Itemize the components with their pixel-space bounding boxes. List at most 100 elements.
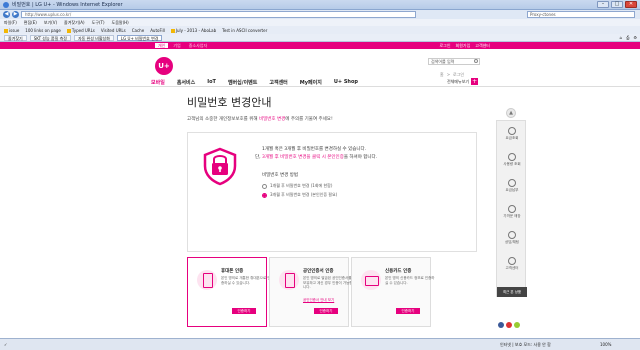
link-item[interactable]: Typed URLs (66, 28, 95, 33)
quick-menu: 요금조회 사용량 조회 요금납부 가까운 매장 상담/채팅 고객센터 최근 본 … (496, 120, 527, 297)
auth-card-phone[interactable]: 휴대폰 인증 본인 명의로 개통한 휴대폰으로 인증하실 수 있습니다. 인증하… (187, 257, 271, 327)
main-nav: 모바일 홈서비스 IoT 멤버십/이벤트 고객센터 My페이지 U+ Shop (151, 79, 358, 86)
menu-edit[interactable]: 편집(E) (24, 20, 37, 26)
utility-strip: 개인 기업 중소사업자 로그인 회원가입 고객센터 (0, 42, 640, 49)
forward-button[interactable]: ▶ (12, 11, 19, 18)
menu-tools[interactable]: 도구(T) (92, 20, 105, 26)
menu-help[interactable]: 도움말(H) (112, 20, 129, 26)
search-icon[interactable] (474, 59, 478, 63)
quick-item-usage[interactable]: 사용량 조회 (497, 153, 527, 167)
link-item[interactable]: issue (4, 28, 19, 33)
back-button[interactable]: ◀ (3, 11, 10, 18)
link-item[interactable]: AutoFill (150, 28, 165, 33)
auth-credit-button[interactable]: 인증하기 (396, 308, 420, 314)
menu-file[interactable]: 파일(F) (4, 20, 17, 26)
auth-card-certificate[interactable]: 공인인증서 인증 본인 명의로 발급된 공인인증서를 보유하고 계신 경우 인증… (269, 257, 353, 327)
option-label: 1개월 후 비밀번호 변경 (1회에 한함) (270, 183, 333, 188)
segment-small-business[interactable]: 중소사업자 (186, 43, 210, 48)
radio-button-selected[interactable] (262, 192, 267, 198)
nav-mypage[interactable]: My페이지 (300, 79, 322, 86)
certificate-guide-link[interactable]: 공인인증서 안내 보기 (303, 298, 334, 303)
headset-icon (508, 257, 516, 265)
site-search-input[interactable]: 검색어를 입력 (428, 58, 480, 65)
scroll-top-button[interactable]: ▲ (506, 108, 516, 118)
share-icon[interactable] (514, 322, 520, 328)
nav-customer-center[interactable]: 고객센터 (269, 79, 287, 86)
segment-tabs: 개인 기업 중소사업자 (155, 43, 210, 48)
nav-membership[interactable]: 멤버십/이벤트 (228, 79, 257, 86)
quick-item-store[interactable]: 가까운 매장 (497, 205, 527, 219)
nav-mobile[interactable]: 모바일 (151, 79, 165, 86)
segment-business[interactable]: 기업 (170, 43, 183, 48)
quick-item-payment[interactable]: 요금납부 (497, 179, 527, 193)
segment-personal[interactable]: 개인 (155, 43, 169, 48)
auth-card-title: 신용카드 인증 (385, 269, 412, 274)
auth-card-credit[interactable]: 신용카드 인증 본인 명의 신용카드 정보로 인증하실 수 있습니다. 인증하기 (351, 257, 435, 327)
home-icon[interactable]: ⌂ (620, 35, 623, 40)
close-button[interactable]: ✕ (625, 1, 637, 8)
ie-icon (3, 1, 9, 8)
quick-item-support[interactable]: 고객센터 (497, 257, 527, 271)
menu-view[interactable]: 보기(V) (44, 20, 57, 26)
info-line-1: 1개월 혹은 3개월 후 비밀번호를 변경하실 수 있습니다. (262, 147, 367, 152)
address-bar: ◀ ▶ http://www.uplus.co.kr/ Proxy-ctones (0, 10, 640, 19)
facebook-icon[interactable] (498, 322, 504, 328)
command-bar: ⌂ ⎙ ⚙ (620, 35, 637, 40)
link-item[interactable]: Cache (132, 28, 144, 33)
nav-ushop[interactable]: U+ Shop (334, 79, 358, 86)
auth-card-title: 공인인증서 인증 (303, 269, 334, 274)
print-icon[interactable]: ⎙ (626, 35, 629, 40)
zoom-level[interactable]: 100% (600, 342, 611, 347)
bookmark-icon (66, 28, 71, 33)
auth-card-desc: 본인 명의로 개통한 휴대폰으로 인증하실 수 있습니다. (221, 276, 271, 285)
usage-icon (508, 153, 516, 161)
breadcrumb-home[interactable]: 홈 (440, 72, 444, 78)
browser-tab[interactable]: 자동 완성 비활성화 (73, 34, 114, 41)
option-3month[interactable]: 3개월 후 비밀번호 변경 (본인인증 필요) (262, 192, 337, 198)
window-controls: – □ ✕ (597, 1, 637, 8)
quick-item-bill[interactable]: 요금조회 (497, 127, 527, 141)
breadcrumb-current: 로그인 (453, 72, 465, 77)
browser-tab-active[interactable]: LG U+ 비밀번호 변경 (116, 34, 163, 41)
youtube-icon[interactable] (506, 322, 512, 328)
recent-products-button[interactable]: 최근 본 상품 (497, 287, 527, 297)
browser-search-input[interactable]: Proxy-ctones (527, 11, 635, 18)
browser-tab[interactable]: SKT 성능 품질 측정 (29, 34, 71, 41)
nav-iot[interactable]: IoT (207, 79, 216, 86)
minimize-button[interactable]: – (597, 1, 609, 8)
security-zone: 인터넷 | 보호 모드: 사용 안 함 (500, 342, 551, 347)
full-menu-label: 전체메뉴보기 (447, 78, 470, 84)
menu-bar: 파일(F) 편집(E) 보기(V) 즐겨찾기(A) 도구(T) 도움말(H) (0, 19, 640, 26)
link-item[interactable]: 100 links on page (25, 28, 61, 33)
maximize-button[interactable]: □ (611, 1, 623, 8)
favorites-button[interactable]: 즐겨찾기 (4, 34, 27, 41)
url-input[interactable]: http://www.uplus.co.kr/ (21, 11, 416, 18)
auth-phone-button[interactable]: 인증하기 (232, 308, 256, 314)
auth-card-desc: 본인 명의로 발급된 공인인증서를 보유하고 계신 경우 인증이 가능합니다. (303, 276, 353, 289)
option-title: 비밀번호 변경 방법 (262, 173, 298, 178)
uplus-logo[interactable]: U+ (155, 57, 173, 75)
auth-card-desc: 본인 명의 신용카드 정보로 인증하실 수 있습니다. (385, 276, 435, 285)
global-nav: U+ 검색어를 입력 모바일 홈서비스 IoT 멤버십/이벤트 고객센터 My페… (0, 49, 640, 87)
link-item[interactable]: July - 2013 - AboLab (170, 28, 216, 33)
auth-certificate-button[interactable]: 인증하기 (314, 308, 338, 314)
page-title: 비밀번호 변경안내 (187, 96, 272, 109)
link-item[interactable]: Visited URLs (101, 28, 126, 33)
full-menu-button[interactable]: 전체메뉴보기 + (447, 78, 479, 85)
tools-icon[interactable]: ⚙ (633, 35, 637, 40)
link-item[interactable]: Test in ASCII converter (222, 28, 267, 33)
option-label: 3개월 후 비밀번호 변경 (본인인증 필요) (270, 192, 338, 197)
info-line-2: 단, 3개월 후 비밀번호 변경을 클릭 시 본인인증을 하셔야 합니다. (255, 155, 378, 160)
radio-button[interactable] (262, 183, 267, 189)
menu-favorites[interactable]: 즐겨찾기(A) (64, 20, 85, 26)
certificate-icon (279, 270, 299, 290)
option-1month[interactable]: 1개월 후 비밀번호 변경 (1회에 한함) (262, 183, 332, 189)
nav-home-service[interactable]: 홈서비스 (177, 79, 195, 86)
payment-icon (508, 179, 516, 187)
store-location-icon (508, 205, 516, 213)
auth-card-title: 휴대폰 인증 (221, 269, 244, 274)
bookmark-icon (4, 28, 8, 33)
breadcrumb: 홈 > 로그인 (440, 72, 464, 78)
phone-icon (197, 270, 217, 290)
quick-item-chat[interactable]: 상담/채팅 (497, 231, 527, 245)
